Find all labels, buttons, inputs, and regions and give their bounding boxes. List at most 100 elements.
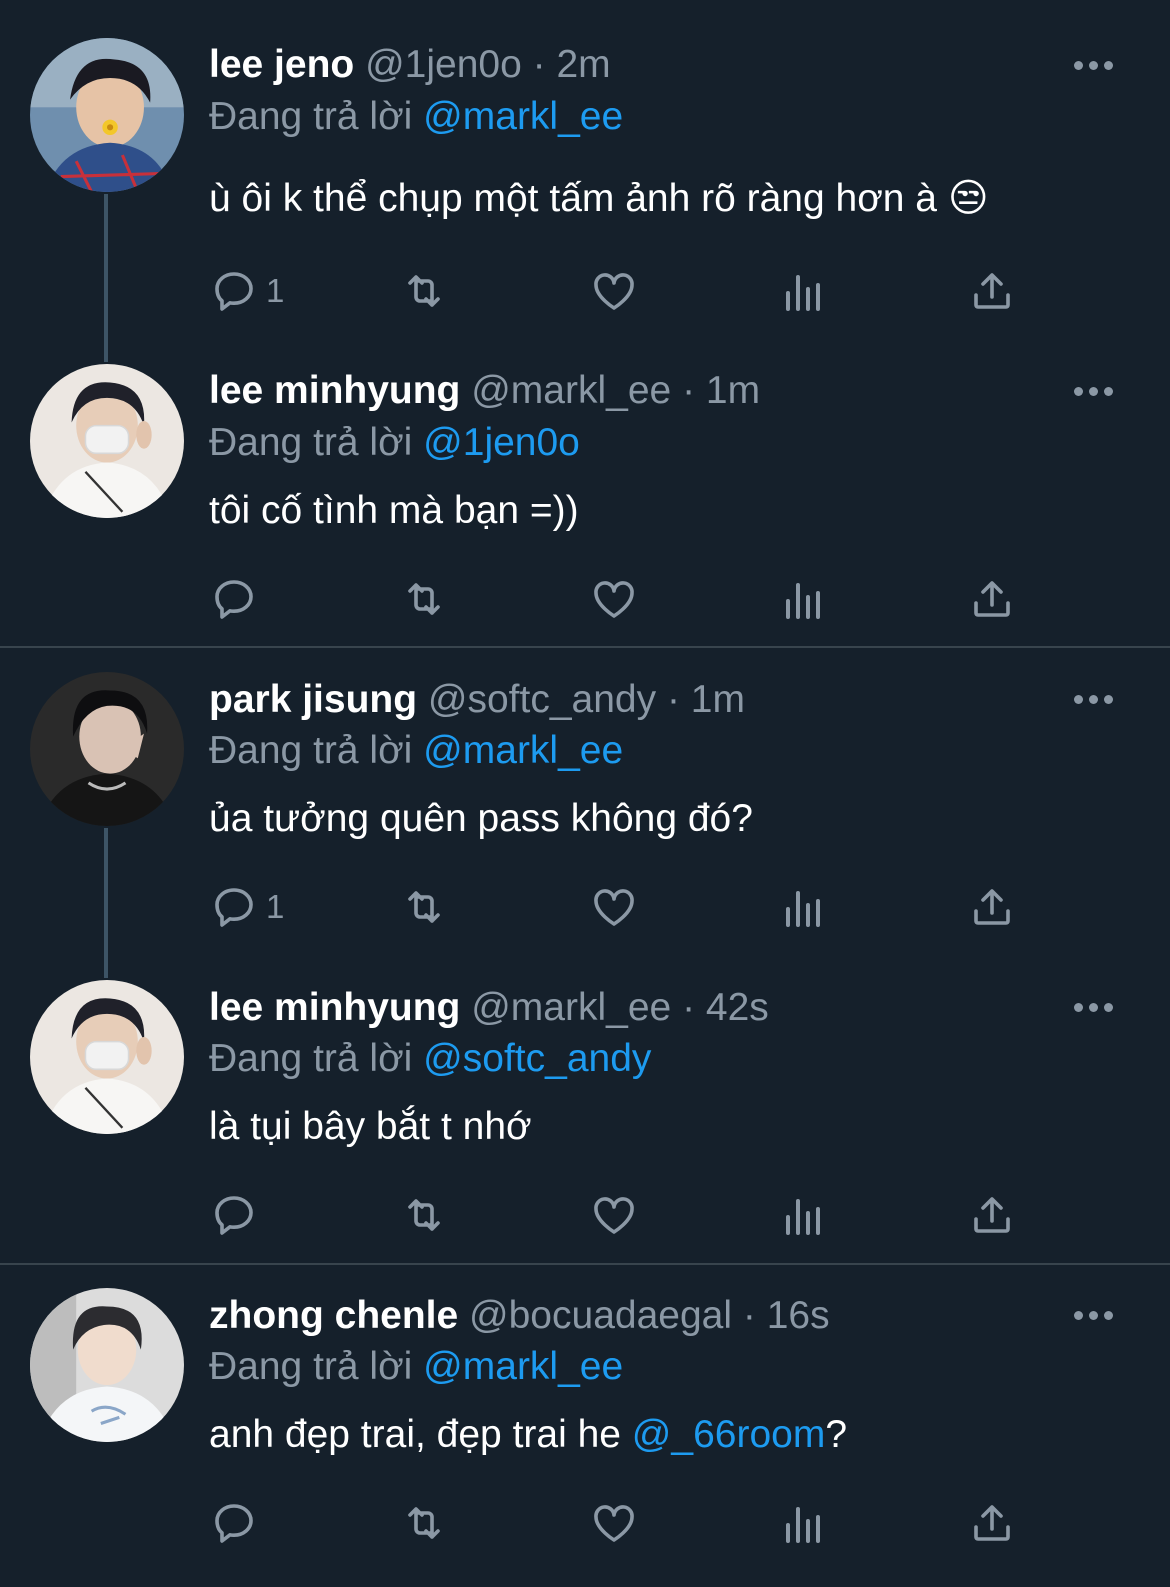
retweet-icon — [408, 275, 440, 307]
share-icon — [974, 1505, 1010, 1541]
reply-button[interactable] — [210, 574, 266, 624]
like-button[interactable] — [590, 1190, 638, 1240]
views-button[interactable] — [780, 1498, 828, 1548]
user-handle[interactable]: @1jen0o — [365, 43, 522, 86]
action-bar — [0, 574, 1170, 624]
avatar[interactable] — [30, 364, 184, 518]
replying-to: Đang trả lời @markl_ee — [209, 728, 623, 774]
like-button[interactable] — [590, 574, 638, 624]
reply-icon — [215, 1504, 253, 1543]
replying-to-label: Đang trả lời — [209, 1345, 413, 1388]
like-icon — [594, 889, 634, 926]
user-handle[interactable]: @markl_ee — [471, 369, 671, 412]
reply-icon — [215, 1196, 253, 1235]
reply-icon — [215, 272, 253, 311]
share-button[interactable] — [968, 1190, 1016, 1240]
more-options-icon[interactable] — [1074, 384, 1114, 398]
tweet-header: zhong chenle @bocuadaegal · 16s — [209, 1293, 830, 1339]
retweet-button[interactable] — [400, 266, 448, 316]
tweet-header: lee minhyung @markl_ee · 1m — [209, 368, 760, 414]
tweet-text: ủa tưởng quên pass không đó? — [209, 797, 753, 840]
share-button[interactable] — [968, 266, 1016, 316]
display-name[interactable]: zhong chenle — [209, 1294, 458, 1337]
views-button[interactable] — [780, 1190, 828, 1240]
share-button[interactable] — [968, 882, 1016, 932]
mention-link[interactable]: @1jen0o — [423, 421, 580, 464]
mention-link[interactable]: @markl_ee — [423, 729, 623, 772]
views-button[interactable] — [780, 574, 828, 624]
reply-icon — [215, 580, 253, 619]
user-handle[interactable]: @markl_ee — [471, 986, 671, 1029]
tweet-header: lee minhyung @markl_ee · 42s — [209, 985, 769, 1031]
views-button[interactable] — [780, 882, 828, 932]
user-handle[interactable]: @softc_andy — [428, 678, 656, 721]
tweet-text-part: anh đẹp trai, đẹp trai he — [209, 1413, 632, 1456]
user-handle[interactable]: @bocuadaegal — [469, 1294, 732, 1337]
display-name[interactable]: lee minhyung — [209, 369, 460, 412]
replying-to-label: Đang trả lời — [209, 95, 413, 138]
display-name[interactable]: lee jeno — [209, 43, 354, 86]
more-options-icon[interactable] — [1074, 58, 1114, 72]
replying-to: Đang trả lời @markl_ee — [209, 94, 623, 140]
share-button[interactable] — [968, 574, 1016, 624]
share-button[interactable] — [968, 1498, 1016, 1548]
views-icon — [786, 1199, 820, 1235]
more-options-icon[interactable] — [1074, 1308, 1114, 1322]
dot-separator: · — [532, 43, 546, 86]
replying-to: Đang trả lời @softc_andy — [209, 1036, 651, 1082]
like-icon — [594, 581, 634, 618]
timestamp[interactable]: 2m — [556, 43, 610, 86]
display-name[interactable]: lee minhyung — [209, 986, 460, 1029]
replying-to: Đang trả lời @markl_ee — [209, 1344, 623, 1390]
divider — [0, 1263, 1170, 1265]
timestamp[interactable]: 42s — [706, 986, 769, 1029]
dot-separator: · — [682, 986, 696, 1029]
mention-link[interactable]: @markl_ee — [423, 1345, 623, 1388]
share-icon — [974, 889, 1010, 925]
reply-button[interactable] — [210, 1190, 266, 1240]
tweet-text: anh đẹp trai, đẹp trai he @_66room? — [209, 1412, 847, 1458]
mention-link[interactable]: @markl_ee — [423, 95, 623, 138]
reply-button[interactable]: 1 — [210, 266, 284, 316]
retweet-button[interactable] — [400, 1190, 448, 1240]
dot-separator: · — [682, 369, 696, 412]
action-bar: 1 — [0, 266, 1170, 316]
more-options-icon[interactable] — [1074, 1000, 1114, 1014]
replying-to: Đang trả lời @1jen0o — [209, 420, 580, 466]
retweet-icon — [408, 1199, 440, 1231]
retweet-icon — [408, 1507, 440, 1539]
views-icon — [786, 275, 820, 311]
display-name[interactable]: park jisung — [209, 678, 417, 721]
tweet-header: park jisung @softc_andy · 1m — [209, 677, 745, 723]
views-button[interactable] — [780, 266, 828, 316]
avatar[interactable] — [30, 980, 184, 1134]
avatar[interactable] — [30, 1288, 184, 1442]
reply-button[interactable]: 1 — [210, 882, 284, 932]
mention-link[interactable]: @_66room — [632, 1413, 826, 1456]
avatar[interactable] — [30, 38, 184, 192]
like-button[interactable] — [590, 266, 638, 316]
reply-button[interactable] — [210, 1498, 266, 1548]
retweet-button[interactable] — [400, 574, 448, 624]
timestamp[interactable]: 16s — [767, 1294, 830, 1337]
replying-to-label: Đang trả lời — [209, 421, 413, 464]
retweet-button[interactable] — [400, 1498, 448, 1548]
tweet-text-part: ? — [825, 1413, 848, 1456]
more-options-icon[interactable] — [1074, 692, 1114, 706]
dot-separator: · — [742, 1294, 756, 1337]
action-bar: 1 — [0, 882, 1170, 932]
action-bar — [0, 1498, 1170, 1548]
like-button[interactable] — [590, 882, 638, 932]
action-bar — [0, 1190, 1170, 1240]
dot-separator: · — [666, 678, 680, 721]
mention-link[interactable]: @softc_andy — [423, 1037, 651, 1080]
like-button[interactable] — [590, 1498, 638, 1548]
share-icon — [974, 273, 1010, 309]
views-icon — [786, 583, 820, 619]
timestamp[interactable]: 1m — [691, 678, 745, 721]
tweet-text: ù ôi k thể chụp một tấm ảnh rõ ràng hơn … — [209, 177, 989, 220]
timestamp[interactable]: 1m — [706, 369, 760, 412]
retweet-button[interactable] — [400, 882, 448, 932]
tweet-text: tôi cố tình mà bạn =)) — [209, 489, 579, 532]
avatar[interactable] — [30, 672, 184, 826]
